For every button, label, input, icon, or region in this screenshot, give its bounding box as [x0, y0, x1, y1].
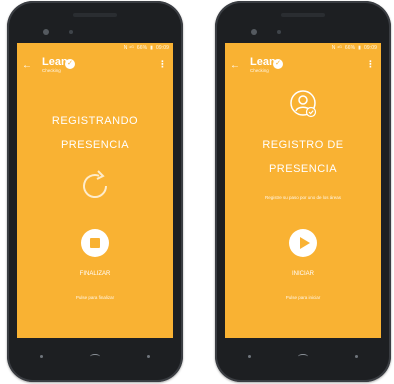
overflow-menu-icon[interactable]: ⋮ [366, 59, 375, 70]
speaker-grille [73, 13, 117, 17]
clock: 09:09 [363, 45, 377, 51]
title-line-2: PRESENCIA [268, 163, 338, 175]
android-nav-bar [17, 345, 173, 367]
app-logo: Lean Checking [42, 57, 68, 74]
front-camera [251, 29, 257, 35]
screen-registrando: N ⁴ᴳ 66% ▮ 09:09 ← Lean Checking ✓ ⋮ REG… [17, 43, 173, 338]
instruction-text: Registre su paso por uno de los áreas [264, 195, 342, 200]
start-button[interactable] [289, 229, 317, 257]
back-arrow-icon[interactable]: ← [22, 60, 32, 71]
signal-icons: N ⁴ᴳ [331, 45, 342, 51]
title-line-1: REGISTRO DE [262, 139, 344, 151]
stop-icon [90, 238, 100, 248]
proximity-sensor [277, 30, 281, 34]
finalize-label: FINALIZAR [79, 271, 111, 277]
proximity-sensor [69, 30, 73, 34]
verified-check-icon: ✓ [273, 59, 283, 69]
phone-right: N ⁴ᴳ 66% ▮ 09:09 ← Lean Checking ✓ ⋮ REG… [215, 1, 391, 382]
phone-left: N ⁴ᴳ 66% ▮ 09:09 ← Lean Checking ✓ ⋮ REG… [7, 1, 183, 382]
nav-recents-icon[interactable] [354, 354, 358, 358]
play-icon [300, 237, 310, 249]
title-line-2: PRESENCIA [60, 139, 130, 151]
user-check-icon [290, 90, 317, 118]
status-bar: N ⁴ᴳ 66% ▮ 09:09 [17, 43, 173, 53]
nav-home-icon[interactable] [297, 353, 308, 359]
nav-recents-icon[interactable] [146, 354, 150, 358]
app-logo: Lean Checking [250, 57, 276, 74]
app-bar: ← Lean Checking ✓ ⋮ [225, 53, 381, 83]
app-name: Lean [42, 56, 68, 68]
battery-level: 66% [136, 45, 148, 51]
start-hint: Pulse para iniciar [285, 295, 321, 300]
start-label: INICIAR [291, 271, 314, 277]
speaker-grille [281, 13, 325, 17]
screen-registro: N ⁴ᴳ 66% ▮ 09:09 ← Lean Checking ✓ ⋮ REG… [225, 43, 381, 338]
app-name: Lean [250, 56, 276, 68]
app-subtitle: Checking [250, 68, 269, 73]
verified-check-icon: ✓ [65, 59, 75, 69]
nav-home-icon[interactable] [89, 353, 100, 359]
battery-level: 66% [344, 45, 356, 51]
nav-back-icon[interactable] [40, 354, 44, 358]
android-nav-bar [225, 345, 381, 367]
nav-back-icon[interactable] [248, 354, 252, 358]
front-camera [43, 29, 49, 35]
refresh-icon [83, 170, 108, 198]
status-bar: N ⁴ᴳ 66% ▮ 09:09 [225, 43, 381, 53]
battery-icon: ▮ [358, 45, 361, 51]
finalize-hint: Pulse para finalizar [75, 295, 115, 300]
battery-icon: ▮ [150, 45, 153, 51]
stop-button[interactable] [81, 229, 109, 257]
back-arrow-icon[interactable]: ← [230, 60, 240, 71]
signal-icons: N ⁴ᴳ [123, 45, 134, 51]
title-line-1: REGISTRANDO [51, 115, 139, 127]
app-bar: ← Lean Checking ✓ ⋮ [17, 53, 173, 83]
app-subtitle: Checking [42, 68, 61, 73]
overflow-menu-icon[interactable]: ⋮ [158, 59, 167, 70]
clock: 09:09 [155, 45, 169, 51]
